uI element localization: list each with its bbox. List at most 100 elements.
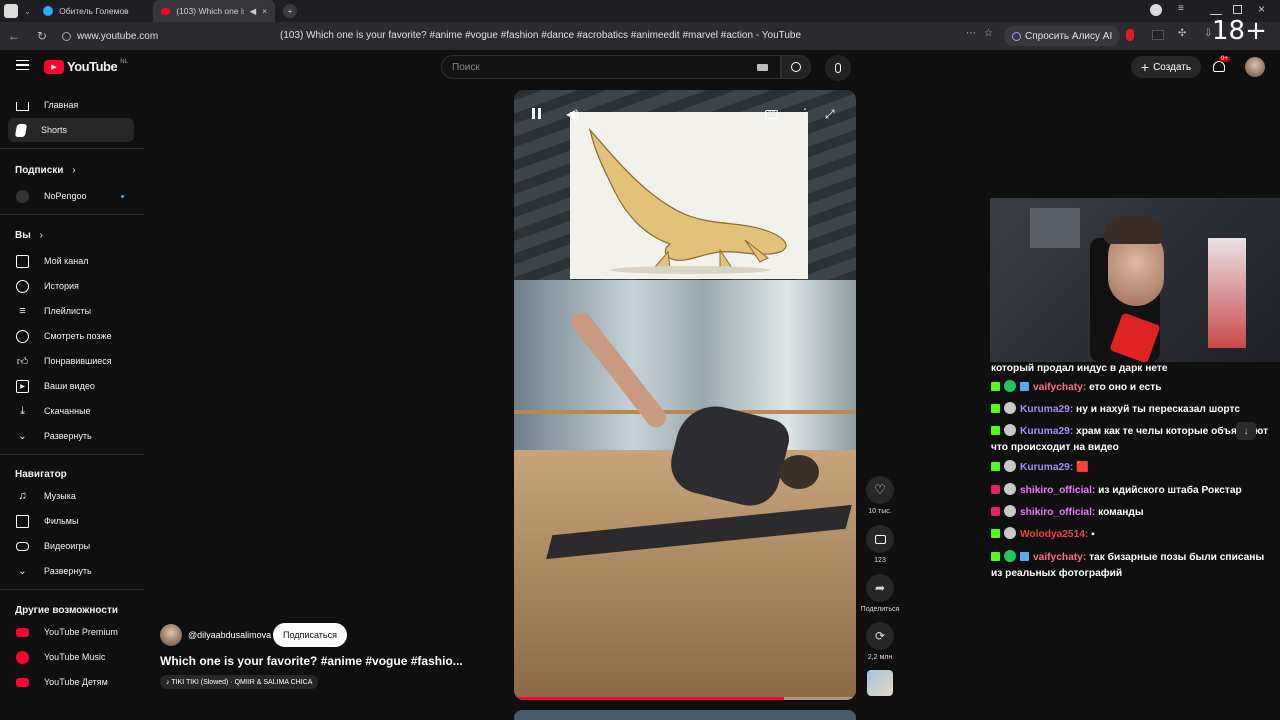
more-options-button[interactable]: ⋮	[799, 106, 811, 120]
sidebar-item-expand-nav[interactable]: ⌄ Развернуть	[8, 559, 134, 583]
sidebar-item-liked[interactable]: 👍︎ Понравившиеся	[8, 349, 134, 373]
sidebar-item-watch-later[interactable]: Смотреть позже	[8, 324, 134, 348]
notifications-button[interactable]: 9+	[1212, 56, 1230, 74]
reload-icon[interactable]: ↻	[32, 29, 52, 43]
sidebar-item-expand[interactable]: ⌄ Развернуть	[8, 424, 134, 448]
like-count: 10 тыс.	[868, 508, 892, 515]
share-action[interactable]: ➦ Поделиться	[860, 574, 900, 613]
progress-track[interactable]	[514, 697, 856, 700]
fullscreen-button[interactable]: ⤢	[825, 107, 835, 122]
alice-button[interactable]: Спросить Алису AI	[1004, 26, 1121, 46]
extension-icon[interactable]	[1152, 30, 1164, 40]
sidebar-item-label: История	[44, 281, 79, 291]
chat-message: shikiro_official: из идийского штаба Рок…	[991, 483, 1271, 499]
sidebar-item-history[interactable]: История	[8, 274, 134, 298]
tab-label: Обитель Големов	[59, 6, 129, 16]
comment-icon[interactable]	[866, 525, 894, 553]
sidebar-item-your-videos[interactable]: ▶ Ваши видео	[8, 374, 134, 398]
chat-username[interactable]: shikiro_official:	[1020, 485, 1098, 496]
sidebar-item-home[interactable]: Главная	[8, 93, 134, 117]
volume-icon: ◀)	[566, 107, 580, 121]
shorts-video-player[interactable]: ◀) CC ⋮ ⤢	[514, 90, 856, 700]
user-avatar-icon	[1004, 402, 1016, 414]
tab-youtube[interactable]: (103) Which one is y ◀ ×	[153, 0, 276, 22]
back-icon[interactable]: ←	[4, 29, 24, 43]
keyboard-icon[interactable]	[757, 64, 768, 71]
chat-username[interactable]: Wolodya2514:	[1020, 529, 1091, 540]
subscribe-button[interactable]: Подписаться	[273, 623, 347, 647]
chat-username[interactable]: shikiro_official:	[1020, 507, 1098, 518]
sidebar-item-gaming[interactable]: Видеоигры	[8, 534, 134, 558]
sidebar-item-music[interactable]: ♫ Музыка	[8, 484, 134, 508]
chat-message: Kuruma29: 🟥	[991, 460, 1271, 476]
sound-chip[interactable]: ♪ TIKI TIKI (Slowed) · QMIIR & SALIMA CH…	[160, 675, 319, 689]
progress-fill	[514, 697, 785, 700]
sound-thumbnail[interactable]	[867, 670, 893, 696]
create-button[interactable]: + Создать	[1131, 56, 1201, 78]
channel-handle[interactable]: @dilyaabdusalimova	[188, 630, 271, 640]
chat-username[interactable]: vaifychaty:	[1033, 552, 1089, 563]
sidebar-item-movies[interactable]: Фильмы	[8, 509, 134, 533]
chat-username[interactable]: Kuruma29:	[1020, 462, 1076, 473]
sidebar: Главная Shorts Подписки › NoPengoo Вы › …	[0, 90, 144, 720]
like-action[interactable]: ♡ 10 тыс.	[866, 476, 894, 515]
url-text[interactable]: www.youtube.com	[77, 31, 267, 42]
voice-search-button[interactable]	[825, 55, 851, 81]
chat-message: Kuruma29: ну и нахуй ты пересказал шортс	[991, 402, 1271, 418]
minimize-icon[interactable]	[1210, 12, 1222, 15]
sidebar-item-music-app[interactable]: YouTube Music	[8, 645, 134, 669]
you-heading[interactable]: Вы ›	[15, 230, 43, 241]
chat-message: который продал индус в дарк нете	[991, 361, 1271, 377]
scroll-down-button[interactable]: ↓	[1236, 422, 1256, 440]
sidebar-item-premium[interactable]: YouTube Premium	[8, 620, 134, 644]
search-input[interactable]: Поиск	[441, 55, 781, 79]
short-title[interactable]: Which one is your favorite? #anime #vogu…	[160, 654, 463, 668]
heart-icon[interactable]: ♡	[866, 476, 894, 504]
sidebar-item-nopengoo[interactable]: NoPengoo	[8, 184, 134, 208]
chat-text: 🟥	[1076, 462, 1089, 473]
close-icon[interactable]: ×	[262, 6, 267, 16]
maximize-icon[interactable]	[1233, 5, 1242, 14]
extension-icon[interactable]	[1126, 29, 1134, 41]
sidebar-item-my-channel[interactable]: Мой канал	[8, 249, 134, 273]
profile-icon[interactable]	[1150, 4, 1162, 16]
channel-avatar[interactable]	[160, 624, 182, 646]
sidebar-item-label: Развернуть	[44, 566, 92, 576]
shorts-icon	[14, 123, 28, 137]
captions-button[interactable]: CC	[765, 110, 778, 119]
poster	[1208, 238, 1246, 348]
pause-button[interactable]	[532, 108, 544, 120]
sidebar-item-kids[interactable]: YouTube Детям	[8, 670, 134, 694]
puzzle-icon[interactable]: ✣	[1178, 28, 1186, 39]
home-icon	[16, 102, 29, 111]
guide-menu-icon[interactable]	[16, 60, 29, 70]
comments-action[interactable]: 123	[866, 525, 894, 564]
account-avatar[interactable]	[1245, 57, 1265, 77]
sidebar-item-downloads[interactable]: ⤓ Скачанные	[8, 399, 134, 423]
menu-icon[interactable]: ≡	[1178, 3, 1184, 14]
search-button[interactable]	[781, 55, 811, 79]
new-tab-button[interactable]: +	[275, 0, 305, 22]
next-short-preview[interactable]	[514, 710, 856, 720]
chat-username[interactable]: Kuruma29:	[1020, 404, 1076, 415]
youtube-logo[interactable]: ▶ YouTube NL	[44, 59, 128, 74]
sidebar-item-playlists[interactable]: ≡ Плейлисты	[8, 299, 134, 323]
user-avatar-icon	[1004, 483, 1016, 495]
tab-obitel[interactable]: Обитель Големов	[35, 0, 153, 22]
remix-icon[interactable]: ⟳	[866, 622, 894, 650]
close-window-icon[interactable]: ×	[1258, 2, 1265, 16]
user-avatar-icon	[1004, 505, 1016, 517]
browser-menu-button[interactable]: ⌄	[0, 0, 35, 22]
bookmark-icon[interactable]: ☆	[984, 28, 993, 39]
volume-button[interactable]: ◀)	[566, 107, 579, 121]
share-icon[interactable]: ➦	[866, 574, 894, 602]
chat-message: Wolodya2514: ▪	[991, 527, 1271, 543]
create-label: Создать	[1153, 61, 1192, 73]
chat-username[interactable]: vaifychaty:	[1033, 382, 1089, 393]
user-avatar-icon	[1004, 527, 1016, 539]
subscriptions-heading[interactable]: Подписки ›	[15, 165, 76, 176]
remix-action[interactable]: ⟳ 2,2 млн	[866, 622, 894, 661]
more-icon[interactable]: ⋯	[966, 28, 976, 39]
sidebar-item-shorts[interactable]: Shorts	[8, 118, 134, 142]
chat-username[interactable]: Kuruma29:	[1020, 426, 1076, 437]
